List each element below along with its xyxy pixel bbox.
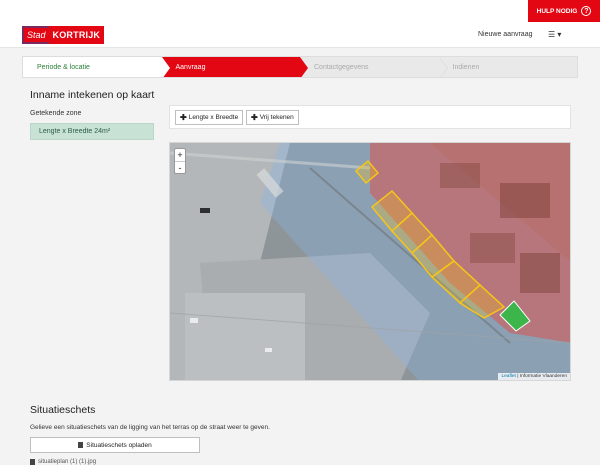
plus-icon: ✚ <box>251 113 258 122</box>
help-label: HULP NODIG <box>536 7 578 15</box>
draw-length-width-button[interactable]: ✚ Lengte x Breedte <box>175 110 244 125</box>
leaflet-link[interactable]: Leaflet <box>501 374 515 379</box>
plus-icon: ✚ <box>180 113 187 122</box>
map-canvas[interactable]: + - Leaflet | Informatie Vlaanderen <box>169 142 571 381</box>
file-icon <box>78 442 84 448</box>
attribution-source: Informatie Vlaanderen <box>519 374 567 379</box>
draw-toolbar: ✚ Lengte x Breedte ✚ Vrij tekenen <box>169 105 571 129</box>
file-icon <box>30 459 35 465</box>
upload-situation-button[interactable]: Situatieschets opladen <box>30 437 200 453</box>
step-contactgegevens: Contactgegevens <box>300 57 447 77</box>
step-label: Aanvraag <box>175 63 206 71</box>
drawn-zone-item[interactable]: Lengte x Breedte 24m² <box>30 123 154 140</box>
logo-kortrijk: KORTRIJK <box>48 26 105 44</box>
step-indienen: Indienen <box>439 57 578 77</box>
uploaded-file[interactable]: situatieplan (1) (1).jpg <box>30 459 96 465</box>
logo[interactable]: Stad KORTRIJK <box>22 26 105 44</box>
free-draw-label: Vrij tekenen <box>259 114 294 121</box>
step-label: Contactgegevens <box>314 63 369 71</box>
site-header: Stad KORTRIJK Nieuwe aanvraag ☰ ▾ <box>0 22 600 48</box>
uploaded-file-name: situatieplan (1) (1).jpg <box>38 459 97 465</box>
step-label: Indienen <box>452 63 480 71</box>
logo-stad: Stad <box>22 26 49 44</box>
hamburger-menu-icon[interactable]: ☰ ▾ <box>548 30 561 39</box>
top-strip <box>0 0 600 22</box>
free-draw-button[interactable]: ✚ Vrij tekenen <box>246 110 299 125</box>
help-button[interactable]: HULP NODIG ? <box>528 0 600 22</box>
map-attribution: Leaflet | Informatie Vlaanderen <box>498 373 570 380</box>
draw-length-width-label: Lengte x Breedte <box>188 114 239 121</box>
step-aanvraag[interactable]: Aanvraag <box>161 57 308 77</box>
zoom-out-button[interactable]: - <box>175 161 185 173</box>
map-aerial-image <box>170 143 570 380</box>
upload-label: Situatieschets opladen <box>86 441 152 449</box>
zoom-in-button[interactable]: + <box>175 149 185 161</box>
page-title: Inname intekenen op kaart <box>30 89 155 101</box>
step-label: Periode & locatie <box>37 63 90 71</box>
drawn-zones-label: Getekende zone <box>30 110 82 117</box>
situation-title: Situatieschets <box>30 404 96 416</box>
step-periode-locatie[interactable]: Periode & locatie <box>23 57 169 77</box>
progress-stepper: Periode & locatie Aanvraag Contactgegeve… <box>22 56 578 78</box>
zoom-control: + - <box>174 148 186 174</box>
question-circle-icon: ? <box>581 6 592 16</box>
new-request-link[interactable]: Nieuwe aanvraag <box>478 31 532 38</box>
situation-description: Gelieve een situatieschets van de liggin… <box>30 424 270 431</box>
